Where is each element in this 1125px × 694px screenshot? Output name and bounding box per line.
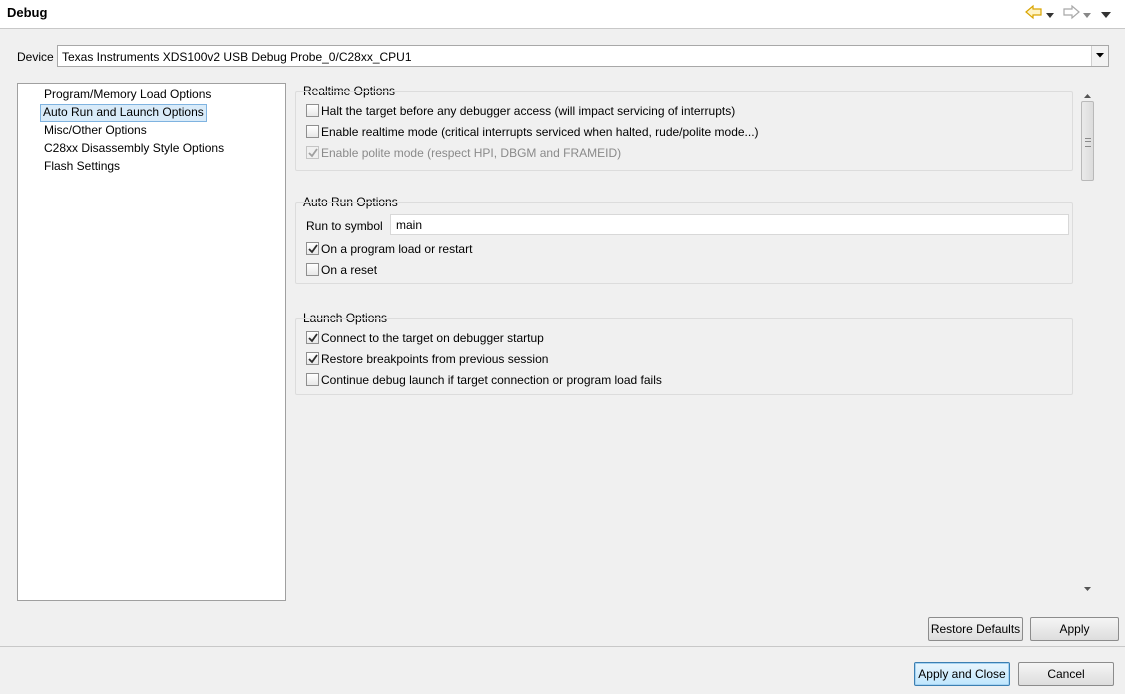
back-arrow-icon[interactable] — [1025, 4, 1043, 23]
scroll-down-icon[interactable] — [1084, 580, 1091, 594]
tree-item-program-memory-load-options[interactable]: Program/Memory Load Options — [42, 86, 213, 102]
checkmark-icon — [308, 244, 318, 254]
continue-launch-label: Continue debug launch if target connecti… — [321, 373, 662, 387]
checkmark-icon — [308, 354, 318, 364]
apply-and-close-button[interactable]: Apply and Close — [914, 662, 1010, 686]
run-on-load-checkbox[interactable] — [306, 242, 319, 255]
run-on-reset-checkbox[interactable] — [306, 263, 319, 276]
cancel-button[interactable]: Cancel — [1018, 662, 1114, 686]
launch-options-group: Connect to the target on debugger startu… — [295, 318, 1073, 395]
checkmark-icon — [308, 148, 318, 158]
run-on-load-label: On a program load or restart — [321, 242, 473, 256]
back-dropdown-icon[interactable] — [1046, 8, 1054, 22]
page-title: Debug — [7, 5, 48, 20]
nav-toolbar — [1025, 4, 1117, 20]
enable-realtime-label: Enable realtime mode (critical interrupt… — [321, 125, 759, 139]
restore-defaults-button[interactable]: Restore Defaults — [928, 617, 1023, 641]
scroll-up-icon[interactable] — [1084, 87, 1091, 101]
run-to-symbol-label: Run to symbol — [306, 219, 383, 233]
checkmark-icon — [308, 333, 318, 343]
restore-breakpoints-label: Restore breakpoints from previous sessio… — [321, 352, 549, 366]
run-to-symbol-input[interactable] — [390, 214, 1069, 235]
scrollbar-thumb[interactable] — [1081, 101, 1094, 181]
grip-icon — [1085, 138, 1091, 147]
run-on-reset-label: On a reset — [321, 263, 378, 277]
tree-item-flash-settings[interactable]: Flash Settings — [42, 158, 122, 174]
device-select-value: Texas Instruments XDS100v2 USB Debug Pro… — [62, 50, 412, 64]
auto-run-options-group: Run to symbol On a program load or resta… — [295, 202, 1073, 284]
enable-realtime-checkbox[interactable] — [306, 125, 319, 138]
forward-dropdown-icon[interactable] — [1083, 8, 1091, 22]
view-menu-icon[interactable] — [1101, 8, 1111, 22]
title-bar: Debug — [0, 0, 1125, 29]
tree-item-c28xx-disassembly-style-options[interactable]: C28xx Disassembly Style Options — [42, 140, 226, 156]
halt-target-checkbox[interactable] — [306, 104, 319, 117]
connect-on-startup-label: Connect to the target on debugger startu… — [321, 331, 544, 345]
tree-item-misc-other-options[interactable]: Misc/Other Options — [42, 122, 149, 138]
run-to-symbol-row: Run to symbol — [296, 214, 1072, 235]
forward-arrow-icon[interactable] — [1062, 4, 1080, 23]
realtime-options-group: Halt the target before any debugger acce… — [295, 91, 1073, 171]
apply-button[interactable]: Apply — [1030, 617, 1119, 641]
restore-breakpoints-checkbox[interactable] — [306, 352, 319, 365]
options-tree: Program/Memory Load Options Auto Run and… — [17, 83, 286, 601]
device-label: Device — [17, 50, 54, 64]
tree-item-auto-run-and-launch-options[interactable]: Auto Run and Launch Options — [40, 104, 207, 122]
continue-launch-checkbox[interactable] — [306, 373, 319, 386]
enable-polite-label: Enable polite mode (respect HPI, DBGM an… — [321, 146, 622, 160]
device-row: Device Texas Instruments XDS100v2 USB De… — [0, 44, 1125, 70]
vertical-scrollbar[interactable] — [1080, 83, 1096, 598]
footer-divider — [0, 646, 1125, 647]
connect-on-startup-checkbox[interactable] — [306, 331, 319, 344]
options-panel: Realtime Options Halt the target before … — [293, 83, 1075, 598]
chevron-down-icon[interactable] — [1091, 46, 1108, 66]
device-select[interactable]: Texas Instruments XDS100v2 USB Debug Pro… — [57, 45, 1109, 67]
enable-polite-checkbox — [306, 146, 319, 159]
halt-target-label: Halt the target before any debugger acce… — [321, 104, 736, 118]
